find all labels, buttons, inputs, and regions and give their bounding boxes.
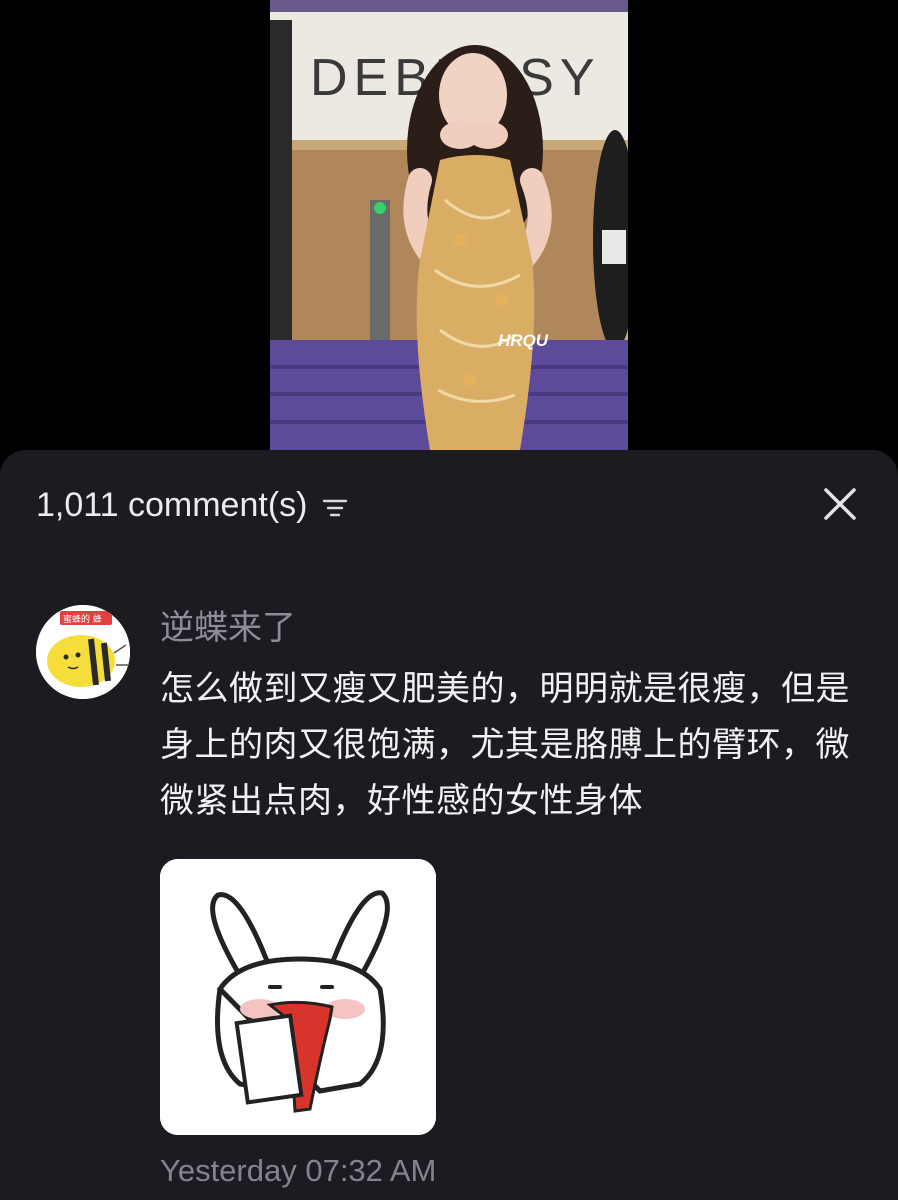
video-watermark: HRQU: [498, 331, 549, 350]
comments-header: 1,011 comment(s): [36, 486, 349, 525]
video-frame[interactable]: DEBUSSY: [270, 0, 628, 450]
close-button[interactable]: [818, 482, 862, 526]
comment-username[interactable]: 逆蝶来了: [160, 605, 862, 651]
comment-sticker[interactable]: [160, 859, 436, 1135]
close-icon: [824, 488, 856, 520]
avatar-badge-text: 蜜蜂的 蜂: [63, 613, 102, 625]
bee-avatar-icon: 蜜蜂的 蜂: [36, 605, 130, 699]
sort-icon[interactable]: [321, 492, 349, 520]
comments-sheet: 1,011 comment(s) 蜜蜂的 蜂 逆蝶来了 怎么做到又瘦又肥美的，明…: [0, 450, 898, 1200]
comment-timestamp: Yesterday 07:32 AM: [160, 1153, 437, 1188]
avatar[interactable]: 蜜蜂的 蜂: [36, 605, 130, 699]
bunny-sticker-icon: [160, 859, 436, 1135]
video-still-image: DEBUSSY: [270, 0, 628, 450]
video-player[interactable]: DEBUSSY: [0, 0, 898, 470]
comment-text: 怎么做到又瘦又肥美的，明明就是很瘦，但是身上的肉又很饱满，尤其是胳膊上的臂环，微…: [160, 670, 850, 820]
comment-count: 1,011 comment(s): [36, 486, 308, 524]
comment-body: 逆蝶来了 怎么做到又瘦又肥美的，明明就是很瘦，但是身上的肉又很饱满，尤其是胳膊上…: [160, 605, 862, 1191]
